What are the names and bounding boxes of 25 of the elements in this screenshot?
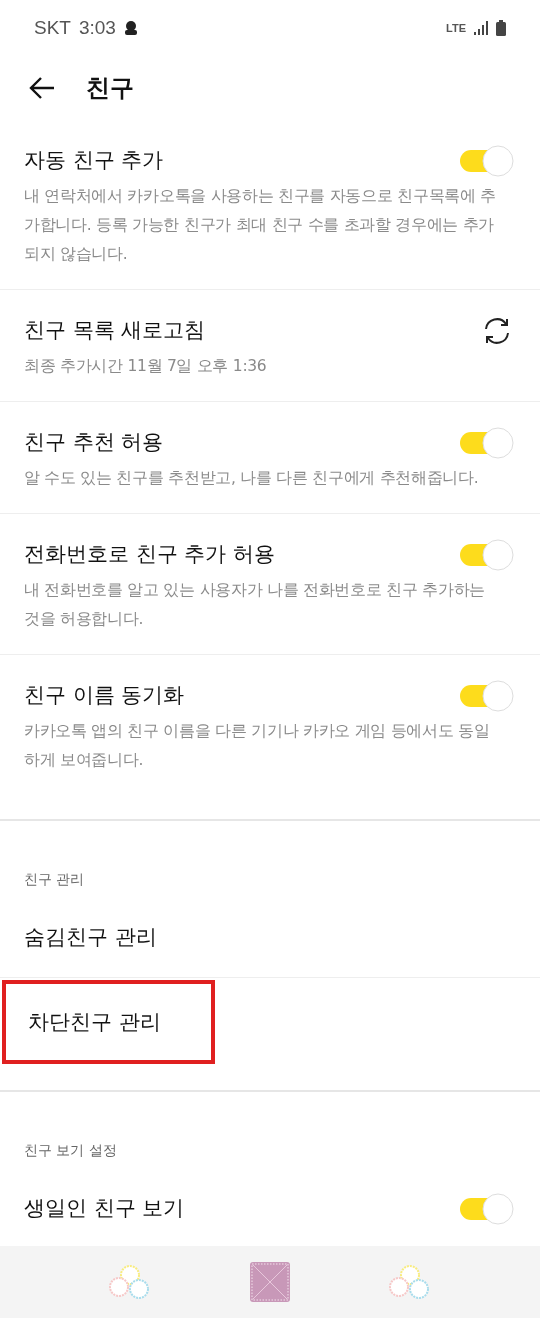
setting-title: 전화번호로 친구 추가 허용 xyxy=(24,541,276,568)
carrier-text: SKT xyxy=(34,17,71,39)
setting-title: 친구 추천 허용 xyxy=(24,429,164,456)
back-arrow-icon[interactable] xyxy=(28,76,56,100)
signal-icon xyxy=(474,21,488,35)
setting-description: 최종 추가시간 11월 7일 오후 1:36 xyxy=(24,356,268,377)
setting-title: 자동 친구 추가 xyxy=(24,147,164,174)
page-title: 친구 xyxy=(86,73,134,104)
battery-icon xyxy=(496,20,506,36)
clock-text: 3:03 xyxy=(78,17,116,39)
setting-title: 친구 이름 동기화 xyxy=(24,682,185,709)
setting-description: 내 연락처에서 카카오톡을 사용하는 친구를 자동으로 친구목록에 추가합니다. 등록 가능한 친구가 최대 친구 수를 초과할 경우에는 추가되지 않습니다. xyxy=(24,186,496,265)
network-type-text: LTE xyxy=(446,22,466,34)
napkin-icon xyxy=(248,1260,292,1304)
setting-description: 알 수도 있는 친구를 추천받고, 나를 다른 친구에게 추천해줍니다. xyxy=(24,468,480,489)
setting-description: 내 전화번호를 알고 있는 사용자가 나를 전화번호로 친구 추가하는 것을 허용합니다. xyxy=(24,580,486,630)
menu-item[interactable]: 숨김친구 관리 xyxy=(24,921,157,953)
setting-title: 친구 목록 새로고침 xyxy=(24,317,206,344)
setting-title: 생일인 친구 보기 xyxy=(24,1195,185,1222)
setting-description: 카카오톡 앱의 친구 이름을 다른 기기나 카카오 게임 등에서도 동일하게 보여줍니다. xyxy=(24,721,491,771)
section-label: 친구 보기 설정 xyxy=(23,1141,118,1160)
section-label: 친구 관리 xyxy=(23,870,86,889)
refresh-icon[interactable] xyxy=(482,316,512,346)
menu-item[interactable]: 차단친구 관리 xyxy=(2,980,215,1064)
app-notification-icon xyxy=(123,20,138,36)
